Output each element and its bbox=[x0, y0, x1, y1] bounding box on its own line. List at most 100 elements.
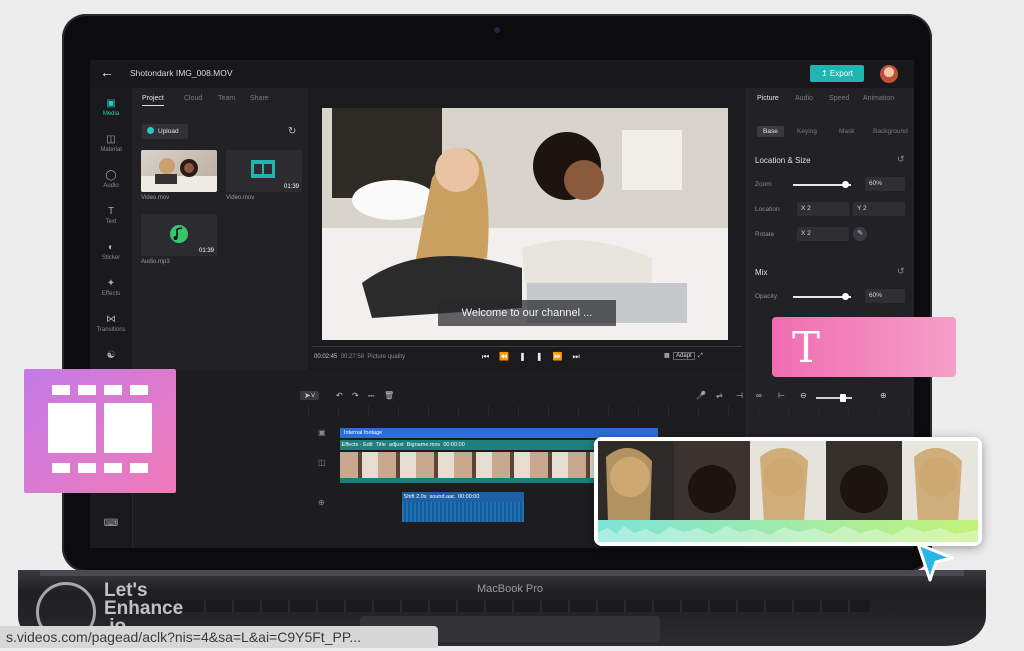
select-tool-icon[interactable]: ➤˅ bbox=[300, 391, 320, 400]
subtab-keying[interactable]: Keying bbox=[797, 128, 817, 135]
tab-project[interactable]: Project bbox=[142, 95, 164, 106]
rail-label: Audio bbox=[103, 183, 119, 189]
tab-share[interactable]: Share bbox=[250, 95, 269, 102]
effects-track[interactable]: Effects · Edit Title adjust Bigname.mov … bbox=[340, 440, 600, 450]
skip-end-icon[interactable]: ⏭ bbox=[573, 352, 590, 361]
delete-icon[interactable]: 🗑 bbox=[384, 391, 394, 400]
reset-icon[interactable]: ↺ bbox=[897, 266, 905, 277]
playback-controls: ⏮⏪❚❚⏩⏭ bbox=[482, 352, 590, 362]
text-glyph: T bbox=[792, 323, 821, 372]
pause-icon[interactable]: ❚❚ bbox=[519, 352, 552, 361]
zoom-slider-knob[interactable] bbox=[841, 181, 849, 188]
timeline-zoom-knob[interactable] bbox=[840, 394, 846, 402]
zoom-value[interactable]: 60% bbox=[865, 177, 905, 191]
track-add-icon[interactable]: ⊕ bbox=[318, 498, 325, 507]
film-icon bbox=[48, 385, 152, 473]
track-video-icon[interactable]: ◫ bbox=[318, 458, 326, 467]
track-chip: Title bbox=[375, 442, 386, 448]
microphone-icon[interactable]: 🎤 bbox=[696, 391, 706, 400]
rail-item-media[interactable]: ▣ Media bbox=[90, 98, 132, 117]
video-preview[interactable]: Welcome to our channel ... bbox=[322, 108, 728, 340]
audio-track-header[interactable]: Shift 2.0s sound.aac 00:00:00 bbox=[402, 492, 524, 502]
track-chip: Shift 2.0s bbox=[403, 494, 427, 500]
rail-label: Text bbox=[105, 219, 117, 225]
export-button[interactable]: ↥ Export bbox=[810, 65, 864, 82]
preview-panel: Welcome to our channel ... 00:02:45 00:2… bbox=[308, 88, 746, 370]
webcam bbox=[494, 27, 500, 33]
rail-item-keyboard[interactable]: ⌨ bbox=[90, 518, 132, 531]
step-forward-icon[interactable]: ⏩ bbox=[553, 352, 573, 361]
zoom-in-icon[interactable]: ⊕ bbox=[880, 391, 887, 400]
tab-audio[interactable]: Audio bbox=[795, 95, 813, 102]
opacity-slider-knob[interactable] bbox=[841, 293, 849, 300]
media-duration: 01:39 bbox=[198, 248, 214, 254]
tab-cloud[interactable]: Cloud bbox=[184, 95, 202, 102]
pointer-cursor-icon bbox=[916, 542, 954, 582]
subtab-background[interactable]: Background bbox=[873, 128, 908, 135]
export-label: Export bbox=[829, 69, 854, 78]
video-clip-track[interactable] bbox=[340, 452, 600, 478]
back-arrow-icon[interactable]: ← bbox=[100, 64, 114, 80]
film-strip-graphic bbox=[24, 369, 176, 493]
effects-icon: ✦ bbox=[106, 278, 116, 289]
tab-picture[interactable]: Picture bbox=[757, 95, 779, 102]
rail-item-text[interactable]: T Text bbox=[90, 206, 132, 225]
subtab-base[interactable]: Base bbox=[757, 126, 784, 137]
location-x-field[interactable]: X 2 bbox=[797, 202, 849, 216]
rotate-field[interactable]: X 2 bbox=[797, 227, 849, 241]
location-y-field[interactable]: Y 2 bbox=[853, 202, 905, 216]
fullscreen-icon[interactable]: ⤢ bbox=[698, 353, 703, 359]
rail-item-material[interactable]: ◫ Material bbox=[90, 134, 132, 153]
keyboard bbox=[150, 600, 870, 612]
rail-item-sticker[interactable]: ◐ Sticker bbox=[90, 242, 132, 261]
rail-item-more[interactable]: ☯ bbox=[90, 350, 132, 363]
skip-start-icon[interactable]: ⏮ bbox=[482, 352, 499, 361]
adapt-button[interactable]: Adapt bbox=[673, 352, 695, 360]
magnet-icon[interactable]: ⊣ bbox=[736, 391, 743, 400]
reset-icon[interactable]: ↺ bbox=[897, 154, 905, 165]
ratio-icon[interactable]: ▩ bbox=[664, 353, 670, 359]
rail-label: Material bbox=[100, 147, 122, 153]
media-thumb-audio[interactable]: 01:39 bbox=[141, 214, 217, 256]
status-url-bar: s.videos.com/pagead/aclk?nis=4&sa=L&ai=C… bbox=[0, 626, 438, 648]
timeline-zoom-slider[interactable] bbox=[816, 397, 852, 399]
rotate-dial-icon[interactable]: ✎ bbox=[853, 227, 867, 241]
media-thumb-video-1[interactable] bbox=[141, 150, 217, 192]
tab-team[interactable]: Team bbox=[218, 95, 235, 102]
upload-icon: ↥ bbox=[820, 69, 828, 78]
rail-item-effects[interactable]: ✦ Effects bbox=[90, 278, 132, 297]
upload-button[interactable]: Upload bbox=[142, 124, 188, 139]
keyboard-icon: ⌨ bbox=[103, 518, 119, 529]
chain-icon[interactable]: ∞ bbox=[756, 391, 762, 400]
zoom-out-icon[interactable]: ⊖ bbox=[800, 391, 807, 400]
quality-label[interactable]: Picture quality bbox=[367, 354, 405, 360]
step-back-icon[interactable]: ⏪ bbox=[499, 352, 519, 361]
link-icon[interactable]: ⇌ bbox=[716, 391, 723, 400]
avatar[interactable] bbox=[880, 65, 898, 83]
preview-axis-icon[interactable]: ⊢ bbox=[778, 391, 785, 400]
undo-icon[interactable]: ↶ bbox=[336, 391, 343, 400]
video-audio-strip bbox=[340, 478, 600, 483]
track-cover-icon[interactable]: ▣ bbox=[318, 428, 326, 437]
media-thumb-video-2[interactable]: 01:39 bbox=[226, 150, 302, 192]
rail-label: Sticker bbox=[101, 255, 121, 261]
split-icon[interactable]: ⎓ bbox=[368, 391, 374, 401]
section-mix: Mix bbox=[755, 268, 768, 277]
media-name: Audio.mp3 bbox=[141, 259, 170, 265]
subtab-mask[interactable]: Mask bbox=[839, 128, 855, 135]
rail-label: Media bbox=[102, 111, 120, 117]
tab-speed[interactable]: Speed bbox=[829, 95, 849, 102]
rail-item-transitions[interactable]: ⋈ Transitions bbox=[90, 314, 132, 333]
audio-waveform[interactable] bbox=[402, 502, 524, 522]
redo-icon[interactable]: ↷ bbox=[352, 391, 359, 400]
track-chip: 00:00:00 bbox=[443, 442, 465, 448]
opacity-value[interactable]: 60% bbox=[865, 289, 905, 303]
rail-item-audio[interactable]: ◯ Audio bbox=[90, 170, 132, 189]
refresh-icon[interactable]: ↻ bbox=[288, 126, 296, 137]
preview-scrubber[interactable] bbox=[312, 346, 742, 347]
track-chip: Effects · Edit bbox=[341, 442, 373, 448]
zoom-label: Zoom bbox=[755, 181, 772, 188]
rail-label: Effects bbox=[101, 291, 121, 297]
track-chip: 00:00:00 bbox=[457, 494, 480, 500]
tab-animation[interactable]: Animation bbox=[863, 95, 894, 102]
